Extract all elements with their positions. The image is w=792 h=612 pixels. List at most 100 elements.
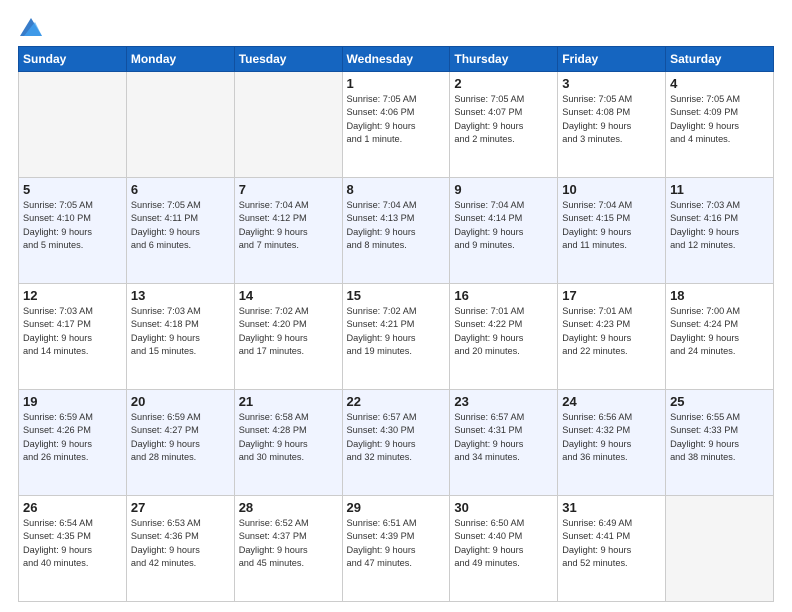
day-number: 27	[131, 500, 230, 515]
calendar-cell: 6Sunrise: 7:05 AM Sunset: 4:11 PM Daylig…	[126, 178, 234, 284]
calendar-week-row: 19 Sunrise: 6:59 AM Sunset: 4:26 PM Dayli…	[19, 390, 774, 496]
calendar-cell: 3Sunrise: 7:05 AM Sunset: 4:08 PM Daylig…	[558, 72, 666, 178]
day-info: Sunrise: 7:00 AM Sunset: 4:24 PM Dayligh…	[670, 305, 769, 358]
day-number: 20	[131, 394, 230, 409]
calendar-cell: 25 Sunrise: 6:55 AM Sunset: 4:33 PM Dayli…	[666, 390, 774, 496]
calendar-table: SundayMondayTuesdayWednesdayThursdayFrid…	[18, 46, 774, 602]
day-number: 3	[562, 76, 661, 91]
calendar-cell: 26 Sunrise: 6:54 AM Sunset: 4:35 PM Dayli…	[19, 496, 127, 602]
day-number: 28	[239, 500, 338, 515]
day-info: Sunrise: 7:04 AM Sunset: 4:15 PM Dayligh…	[562, 199, 661, 252]
calendar-cell: 20Sunrise: 6:59 AM Sunset: 4:27 PM Dayli…	[126, 390, 234, 496]
day-info: Sunrise: 7:05 AM Sunset: 4:09 PM Dayligh…	[670, 93, 769, 146]
calendar-cell	[19, 72, 127, 178]
calendar-cell: 4 Sunrise: 7:05 AM Sunset: 4:09 PM Daylig…	[666, 72, 774, 178]
day-info: Sunrise: 6:50 AM Sunset: 4:40 PM Dayligh…	[454, 517, 553, 570]
day-info: Sunrise: 6:57 AM Sunset: 4:31 PM Dayligh…	[454, 411, 553, 464]
day-number: 4	[670, 76, 769, 91]
day-number: 19	[23, 394, 122, 409]
calendar-cell: 28Sunrise: 6:52 AM Sunset: 4:37 PM Dayli…	[234, 496, 342, 602]
calendar-cell: 24 Sunrise: 6:56 AM Sunset: 4:32 PM Dayli…	[558, 390, 666, 496]
calendar-cell: 29 Sunrise: 6:51 AM Sunset: 4:39 PM Dayli…	[342, 496, 450, 602]
calendar-cell: 15 Sunrise: 7:02 AM Sunset: 4:21 PM Dayli…	[342, 284, 450, 390]
calendar-cell: 30 Sunrise: 6:50 AM Sunset: 4:40 PM Dayli…	[450, 496, 558, 602]
day-number: 24	[562, 394, 661, 409]
day-number: 30	[454, 500, 553, 515]
day-info: Sunrise: 7:04 AM Sunset: 4:14 PM Dayligh…	[454, 199, 553, 252]
day-info: Sunrise: 7:05 AM Sunset: 4:10 PM Dayligh…	[23, 199, 122, 252]
day-info: Sunrise: 6:49 AM Sunset: 4:41 PM Dayligh…	[562, 517, 661, 570]
day-info: Sunrise: 7:01 AM Sunset: 4:23 PM Dayligh…	[562, 305, 661, 358]
calendar-header-thursday: Thursday	[450, 47, 558, 72]
day-number: 1	[347, 76, 446, 91]
calendar-header-sunday: Sunday	[19, 47, 127, 72]
day-info: Sunrise: 6:55 AM Sunset: 4:33 PM Dayligh…	[670, 411, 769, 464]
calendar-cell: 14 Sunrise: 7:02 AM Sunset: 4:20 PM Dayli…	[234, 284, 342, 390]
day-number: 17	[562, 288, 661, 303]
day-info: Sunrise: 6:56 AM Sunset: 4:32 PM Dayligh…	[562, 411, 661, 464]
day-info: Sunrise: 6:58 AM Sunset: 4:28 PM Dayligh…	[239, 411, 338, 464]
calendar-header-tuesday: Tuesday	[234, 47, 342, 72]
calendar-cell: 10Sunrise: 7:04 AM Sunset: 4:15 PM Dayli…	[558, 178, 666, 284]
calendar-cell	[126, 72, 234, 178]
day-info: Sunrise: 6:59 AM Sunset: 4:26 PM Dayligh…	[23, 411, 122, 464]
day-number: 14	[239, 288, 338, 303]
day-info: Sunrise: 6:51 AM Sunset: 4:39 PM Dayligh…	[347, 517, 446, 570]
day-info: Sunrise: 7:02 AM Sunset: 4:20 PM Dayligh…	[239, 305, 338, 358]
day-number: 15	[347, 288, 446, 303]
day-info: Sunrise: 7:01 AM Sunset: 4:22 PM Dayligh…	[454, 305, 553, 358]
day-number: 2	[454, 76, 553, 91]
day-info: Sunrise: 7:05 AM Sunset: 4:11 PM Dayligh…	[131, 199, 230, 252]
day-info: Sunrise: 7:03 AM Sunset: 4:18 PM Dayligh…	[131, 305, 230, 358]
calendar-cell: 17 Sunrise: 7:01 AM Sunset: 4:23 PM Dayli…	[558, 284, 666, 390]
calendar-cell: 31 Sunrise: 6:49 AM Sunset: 4:41 PM Dayli…	[558, 496, 666, 602]
day-info: Sunrise: 7:02 AM Sunset: 4:21 PM Dayligh…	[347, 305, 446, 358]
day-number: 23	[454, 394, 553, 409]
day-number: 16	[454, 288, 553, 303]
calendar-header-friday: Friday	[558, 47, 666, 72]
day-number: 22	[347, 394, 446, 409]
calendar-cell: 21 Sunrise: 6:58 AM Sunset: 4:28 PM Dayli…	[234, 390, 342, 496]
day-number: 29	[347, 500, 446, 515]
day-number: 9	[454, 182, 553, 197]
calendar-cell: 12 Sunrise: 7:03 AM Sunset: 4:17 PM Dayli…	[19, 284, 127, 390]
day-info: Sunrise: 7:03 AM Sunset: 4:16 PM Dayligh…	[670, 199, 769, 252]
day-number: 7	[239, 182, 338, 197]
day-number: 18	[670, 288, 769, 303]
calendar-cell: 18 Sunrise: 7:00 AM Sunset: 4:24 PM Dayli…	[666, 284, 774, 390]
day-number: 21	[239, 394, 338, 409]
calendar-header-row: SundayMondayTuesdayWednesdayThursdayFrid…	[19, 47, 774, 72]
calendar-week-row: 1 Sunrise: 7:05 AM Sunset: 4:06 PM Daylig…	[19, 72, 774, 178]
calendar-cell: 1 Sunrise: 7:05 AM Sunset: 4:06 PM Daylig…	[342, 72, 450, 178]
calendar-cell: 22 Sunrise: 6:57 AM Sunset: 4:30 PM Dayli…	[342, 390, 450, 496]
day-number: 8	[347, 182, 446, 197]
logo-icon	[20, 18, 42, 36]
day-info: Sunrise: 7:05 AM Sunset: 4:06 PM Dayligh…	[347, 93, 446, 146]
calendar-cell: 9 Sunrise: 7:04 AM Sunset: 4:14 PM Daylig…	[450, 178, 558, 284]
day-number: 13	[131, 288, 230, 303]
day-info: Sunrise: 6:57 AM Sunset: 4:30 PM Dayligh…	[347, 411, 446, 464]
calendar-cell: 7 Sunrise: 7:04 AM Sunset: 4:12 PM Daylig…	[234, 178, 342, 284]
calendar-cell: 2 Sunrise: 7:05 AM Sunset: 4:07 PM Daylig…	[450, 72, 558, 178]
day-info: Sunrise: 6:54 AM Sunset: 4:35 PM Dayligh…	[23, 517, 122, 570]
day-number: 25	[670, 394, 769, 409]
day-number: 31	[562, 500, 661, 515]
day-number: 26	[23, 500, 122, 515]
day-number: 11	[670, 182, 769, 197]
calendar-cell: 27Sunrise: 6:53 AM Sunset: 4:36 PM Dayli…	[126, 496, 234, 602]
calendar-cell	[666, 496, 774, 602]
calendar-week-row: 5Sunrise: 7:05 AM Sunset: 4:10 PM Daylig…	[19, 178, 774, 284]
calendar-cell: 11 Sunrise: 7:03 AM Sunset: 4:16 PM Dayli…	[666, 178, 774, 284]
day-info: Sunrise: 7:04 AM Sunset: 4:12 PM Dayligh…	[239, 199, 338, 252]
day-info: Sunrise: 7:03 AM Sunset: 4:17 PM Dayligh…	[23, 305, 122, 358]
calendar-cell	[234, 72, 342, 178]
day-info: Sunrise: 7:05 AM Sunset: 4:07 PM Dayligh…	[454, 93, 553, 146]
day-number: 12	[23, 288, 122, 303]
calendar-header-monday: Monday	[126, 47, 234, 72]
calendar-cell: 8 Sunrise: 7:04 AM Sunset: 4:13 PM Daylig…	[342, 178, 450, 284]
calendar-cell: 5Sunrise: 7:05 AM Sunset: 4:10 PM Daylig…	[19, 178, 127, 284]
day-info: Sunrise: 7:04 AM Sunset: 4:13 PM Dayligh…	[347, 199, 446, 252]
calendar-cell: 23 Sunrise: 6:57 AM Sunset: 4:31 PM Dayli…	[450, 390, 558, 496]
calendar-week-row: 26 Sunrise: 6:54 AM Sunset: 4:35 PM Dayli…	[19, 496, 774, 602]
calendar-header-wednesday: Wednesday	[342, 47, 450, 72]
